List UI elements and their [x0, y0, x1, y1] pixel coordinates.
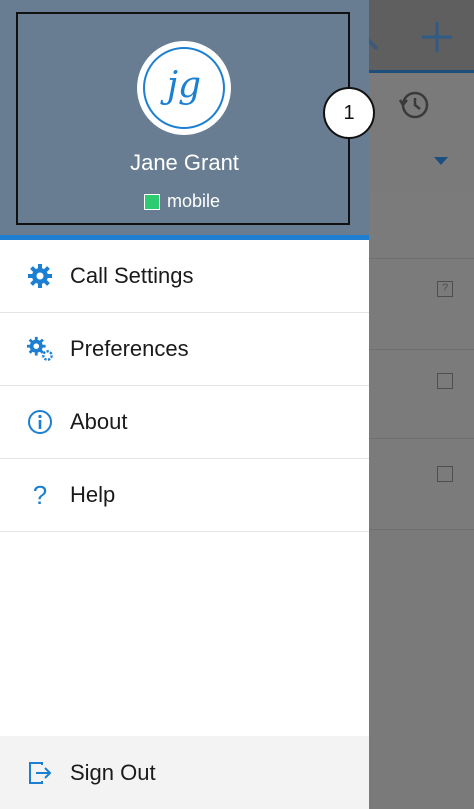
sign-out-label: Sign Out — [70, 759, 156, 785]
menu-item-label: Help — [70, 482, 116, 507]
question-icon: ? — [32, 479, 48, 510]
sign-out-button[interactable]: Sign Out — [0, 736, 369, 809]
background-list-row — [369, 350, 474, 439]
background-list-row — [369, 259, 474, 350]
highlight-outline — [16, 12, 350, 225]
background-list-row — [369, 192, 474, 259]
menu-item-label: Call Settings — [70, 263, 194, 288]
sign-out-icon — [26, 759, 54, 787]
gears-icon — [26, 335, 54, 363]
gear-icon — [26, 262, 54, 290]
dropdown-caret-icon[interactable] — [434, 157, 448, 165]
menu-item-label: About — [70, 409, 128, 434]
menu-item-help[interactable]: ? Help — [0, 459, 369, 532]
checkbox[interactable] — [437, 373, 453, 389]
background-tab-indicator — [369, 70, 474, 73]
add-icon[interactable] — [420, 20, 454, 54]
drawer-menu: Call Settings Preferences About ? Help — [0, 240, 369, 532]
navigation-drawer: jg Jane Grant mobile Call Settings Prefe… — [0, 0, 369, 809]
menu-item-label: Preferences — [70, 336, 189, 361]
menu-item-preferences[interactable]: Preferences — [0, 313, 369, 386]
menu-item-call-settings[interactable]: Call Settings — [0, 240, 369, 313]
drawer-header: jg Jane Grant mobile — [0, 0, 369, 235]
info-icon — [26, 408, 54, 436]
checkbox[interactable] — [437, 466, 453, 482]
unknown-status-icon: ? — [437, 281, 453, 297]
menu-item-about[interactable]: About — [0, 386, 369, 459]
callout-badge: 1 — [323, 87, 375, 139]
background-list-row — [369, 439, 474, 530]
history-icon[interactable] — [397, 88, 431, 122]
